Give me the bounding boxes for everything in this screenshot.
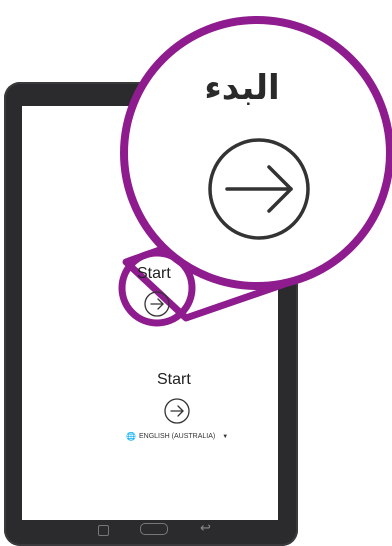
callout-start-label: Start (137, 265, 171, 282)
arrow-right-circle-icon (208, 138, 310, 240)
recent-apps-icon[interactable] (98, 525, 109, 536)
illustration: Start 🌐 ENGLISH (AUSTRALIA) ▼ ↩ Start ال… (0, 0, 392, 546)
language-label: ENGLISH (AUSTRALIA) (138, 433, 216, 440)
navigation-bar: ↩ (4, 518, 298, 546)
start-label: Start (157, 371, 191, 388)
callout-start-button (144, 291, 170, 317)
back-icon[interactable]: ↩ (200, 521, 211, 536)
home-button-icon[interactable] (140, 523, 168, 535)
arrow-right-icon (170, 405, 184, 417)
globe-icon: 🌐 (126, 432, 136, 441)
caret-down-icon: ▼ (222, 433, 229, 440)
callout-title: البدء (204, 68, 280, 108)
language-selector[interactable]: 🌐 ENGLISH (AUSTRALIA) ▼ (126, 432, 228, 441)
arrow-right-icon (150, 298, 164, 310)
start-button[interactable] (163, 397, 191, 425)
